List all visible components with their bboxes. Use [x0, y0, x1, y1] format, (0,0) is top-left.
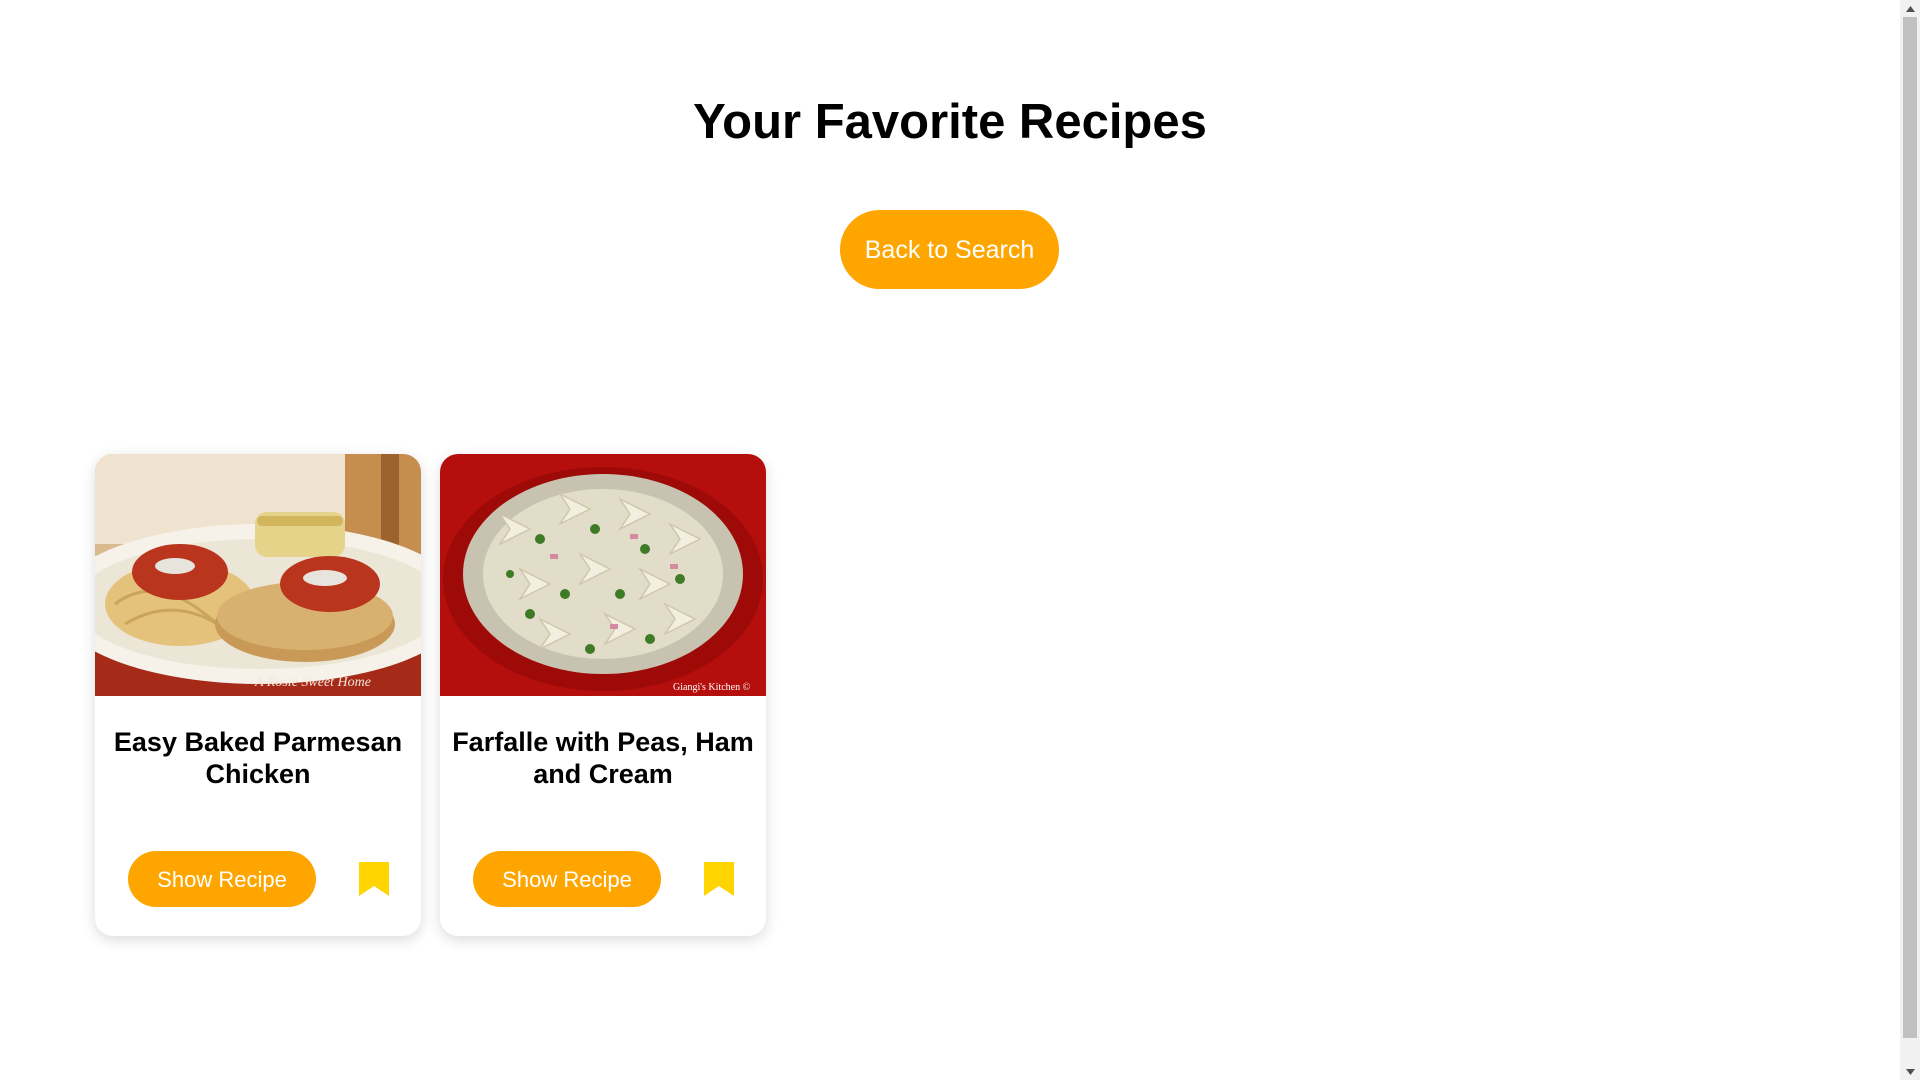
recipe-image-farfalle: Giangi's Kitchen © — [440, 454, 766, 696]
recipe-card: Giangi's Kitchen © Farfalle with Peas, H… — [440, 454, 766, 936]
vertical-scrollbar[interactable] — [1900, 0, 1920, 1080]
scroll-up-arrow-icon[interactable] — [1900, 0, 1920, 17]
favorites-page: Your Favorite Recipes Back to Search A R… — [0, 0, 1900, 1080]
recipe-title: Easy Baked Parmesan Chicken — [113, 727, 403, 789]
recipe-card: A Rosie Sweet Home Easy Baked Parmesan C… — [95, 454, 421, 936]
show-recipe-button[interactable]: Show Recipe — [473, 851, 661, 907]
watermark-text: Giangi's Kitchen © — [673, 682, 751, 693]
scroll-down-arrow-icon[interactable] — [1900, 1063, 1920, 1080]
scrollbar-thumb[interactable] — [1903, 17, 1917, 1038]
watermark-text: A Rosie Sweet Home — [254, 675, 371, 690]
recipe-card-list: A Rosie Sweet Home Easy Baked Parmesan C… — [95, 454, 766, 936]
page-title: Your Favorite Recipes — [693, 95, 1207, 149]
show-recipe-button[interactable]: Show Recipe — [128, 851, 316, 907]
back-to-search-button[interactable]: Back to Search — [840, 210, 1059, 289]
bookmark-icon[interactable] — [359, 862, 389, 896]
bookmark-icon[interactable] — [704, 862, 734, 896]
recipe-title: Farfalle with Peas, Ham and Cream — [452, 727, 754, 789]
recipe-image-parmesan-chicken: A Rosie Sweet Home — [95, 454, 421, 696]
